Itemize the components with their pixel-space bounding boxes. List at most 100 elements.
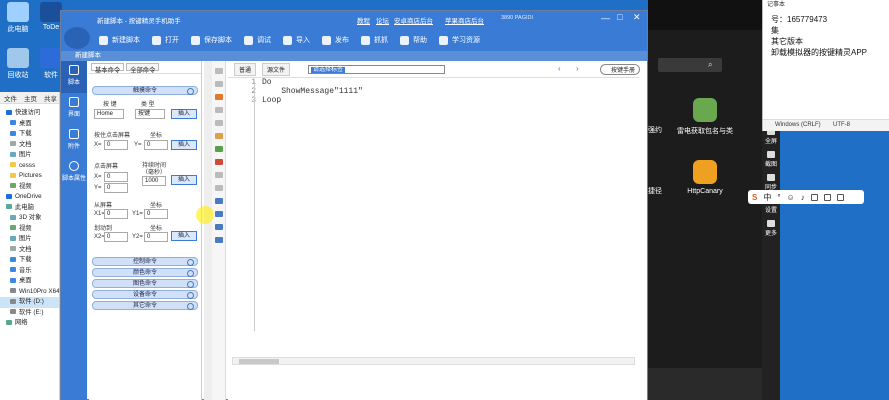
command-group[interactable]: 其它命令	[92, 301, 198, 310]
nav-item[interactable]: 视频	[0, 224, 59, 235]
insert-icon[interactable]	[214, 224, 223, 230]
command-group[interactable]: 设备命令	[92, 290, 198, 299]
mic-icon[interactable]: ♪	[801, 193, 805, 202]
tab-source[interactable]: 源文件	[262, 62, 291, 76]
desktop-icon-this-pc[interactable]: 此电脑	[3, 2, 33, 34]
nav-item[interactable]: 软件 (D:)	[0, 297, 59, 308]
manual-button[interactable]: 按键手册	[600, 64, 641, 75]
insert-button[interactable]: 插入	[171, 231, 197, 241]
nav-item[interactable]: 文档	[0, 140, 59, 151]
desktop-icon-recycle-bin[interactable]: 回收站	[3, 48, 33, 80]
learning-resources-button[interactable]: 学习资源	[439, 35, 480, 45]
insert-icon[interactable]	[214, 107, 223, 113]
save-script-button[interactable]: 保存脚本	[191, 35, 232, 45]
swipe-x2-input[interactable]: 0	[104, 232, 128, 242]
nav-item[interactable]: 下载	[0, 129, 59, 140]
app-icon-package-name[interactable]: 雷电获取包名与类	[674, 98, 736, 136]
capture-button[interactable]: 抓抓	[361, 35, 388, 45]
tap-y-input[interactable]: 0	[144, 140, 168, 150]
insert-button[interactable]: 插入	[171, 109, 197, 119]
command-group[interactable]: 控制命令	[92, 257, 198, 266]
nav-item[interactable]: Pictures	[0, 171, 59, 182]
hold-x-input[interactable]: 0	[104, 172, 128, 182]
swipe-x1-input[interactable]: 0	[104, 209, 128, 219]
chevron-right-icon[interactable]: ›	[576, 64, 579, 73]
nav-item[interactable]: Win10Pro X64 (	[0, 287, 59, 298]
insert-button[interactable]: 插入	[171, 175, 197, 185]
insert-icon[interactable]	[214, 94, 223, 100]
nav-item[interactable]: 下载	[0, 255, 59, 266]
open-button[interactable]: 打开	[152, 35, 179, 45]
sogou-icon[interactable]: S	[752, 193, 757, 202]
nav-item[interactable]: 快速访问	[0, 108, 59, 119]
nav-item[interactable]: 文档	[0, 245, 59, 256]
insert-icon[interactable]	[214, 198, 223, 204]
tab-basic-commands[interactable]: 基本命令	[91, 63, 125, 74]
menu-list-icon[interactable]	[64, 27, 90, 49]
keyboard-icon[interactable]	[810, 193, 818, 201]
minimize-icon[interactable]: —	[601, 13, 610, 23]
insert-icon[interactable]	[214, 159, 223, 165]
tap-x-input[interactable]: 0	[104, 140, 128, 150]
insert-icon[interactable]	[214, 120, 223, 126]
debug-button[interactable]: 调试	[244, 35, 271, 45]
toolbox-icon[interactable]	[836, 193, 844, 201]
skin-icon[interactable]	[823, 193, 831, 201]
nav-item[interactable]: 网络	[0, 318, 59, 329]
tab-share[interactable]: 共享	[44, 93, 57, 103]
nav-item[interactable]: cesss	[0, 161, 59, 172]
tab-home[interactable]: 主页	[24, 93, 37, 103]
tab-normal[interactable]: 普通	[234, 62, 257, 76]
editor-horizontal-scrollbar[interactable]	[232, 357, 635, 365]
emulator-side-button[interactable]: 更多	[762, 217, 780, 240]
sidebar-item-properties[interactable]: 脚本属性	[61, 157, 87, 189]
nav-item[interactable]: 3D 对象	[0, 213, 59, 224]
nav-item[interactable]: 此电脑	[0, 203, 59, 214]
insert-button[interactable]: 插入	[171, 140, 197, 150]
code-area[interactable]: 1 Do 2 ShowMessage"1111" 3 Loop	[228, 77, 639, 356]
insert-icon[interactable]	[214, 133, 223, 139]
maximize-icon[interactable]: □	[617, 12, 622, 22]
nav-item[interactable]: 图片	[0, 150, 59, 161]
sidebar-item-ui[interactable]: 界面	[61, 93, 87, 125]
nav-item[interactable]: OneDrive	[0, 192, 59, 203]
label-select[interactable]: 请选择标签	[308, 65, 445, 74]
insert-icon[interactable]	[214, 146, 223, 152]
key-select[interactable]: Home	[94, 109, 124, 119]
insert-icon[interactable]	[214, 185, 223, 191]
insert-icon[interactable]	[214, 237, 223, 243]
nav-item[interactable]: 桌面	[0, 276, 59, 287]
link-tutorial[interactable]: 教程	[357, 15, 370, 25]
swipe-y1-input[interactable]: 0	[144, 209, 168, 219]
chevron-left-icon[interactable]: ‹	[558, 64, 561, 73]
hold-y-input[interactable]: 0	[104, 183, 128, 193]
nav-item[interactable]: 图片	[0, 234, 59, 245]
insert-icon[interactable]	[214, 211, 223, 217]
tab-all-commands[interactable]: 全部命令	[126, 63, 160, 74]
insert-icon[interactable]	[214, 172, 223, 178]
app-icon-httpcanary[interactable]: HttpCanary	[674, 160, 736, 195]
command-group[interactable]: 颜色命令	[92, 268, 198, 277]
publish-button[interactable]: 发布	[322, 35, 349, 45]
nav-item[interactable]: 视频	[0, 182, 59, 193]
command-panel-scrollbar[interactable]	[204, 61, 212, 400]
nav-item[interactable]: 软件 (E:)	[0, 308, 59, 319]
notepad-text[interactable]: 号：165779473 集 其它版本 卸载模拟器的按键精灵APP	[763, 14, 889, 58]
sidebar-item-attachment[interactable]: 附件	[61, 125, 87, 157]
search-icon[interactable]: ⌕	[708, 60, 712, 70]
emoji-icon[interactable]: ☺	[787, 193, 795, 202]
swipe-y2-input[interactable]: 0	[144, 232, 168, 242]
sidebar-item-script[interactable]: 脚本	[61, 61, 87, 93]
punctuation-icon[interactable]: °	[777, 193, 780, 202]
ime-mode-label[interactable]: 中	[763, 192, 771, 203]
group-touch-commands[interactable]: 触摸命令	[92, 86, 198, 95]
scroll-thumb[interactable]	[239, 359, 279, 364]
duration-input[interactable]: 1000	[142, 176, 166, 186]
import-button[interactable]: 导入	[283, 35, 310, 45]
type-select[interactable]: 按键	[135, 109, 165, 119]
link-forum[interactable]: 论坛	[376, 15, 389, 25]
command-group[interactable]: 图色命令	[92, 279, 198, 288]
close-icon[interactable]: ✕	[633, 12, 641, 23]
insert-icon[interactable]	[214, 68, 223, 74]
link-android-store[interactable]: 安卓商店后台	[394, 15, 433, 25]
